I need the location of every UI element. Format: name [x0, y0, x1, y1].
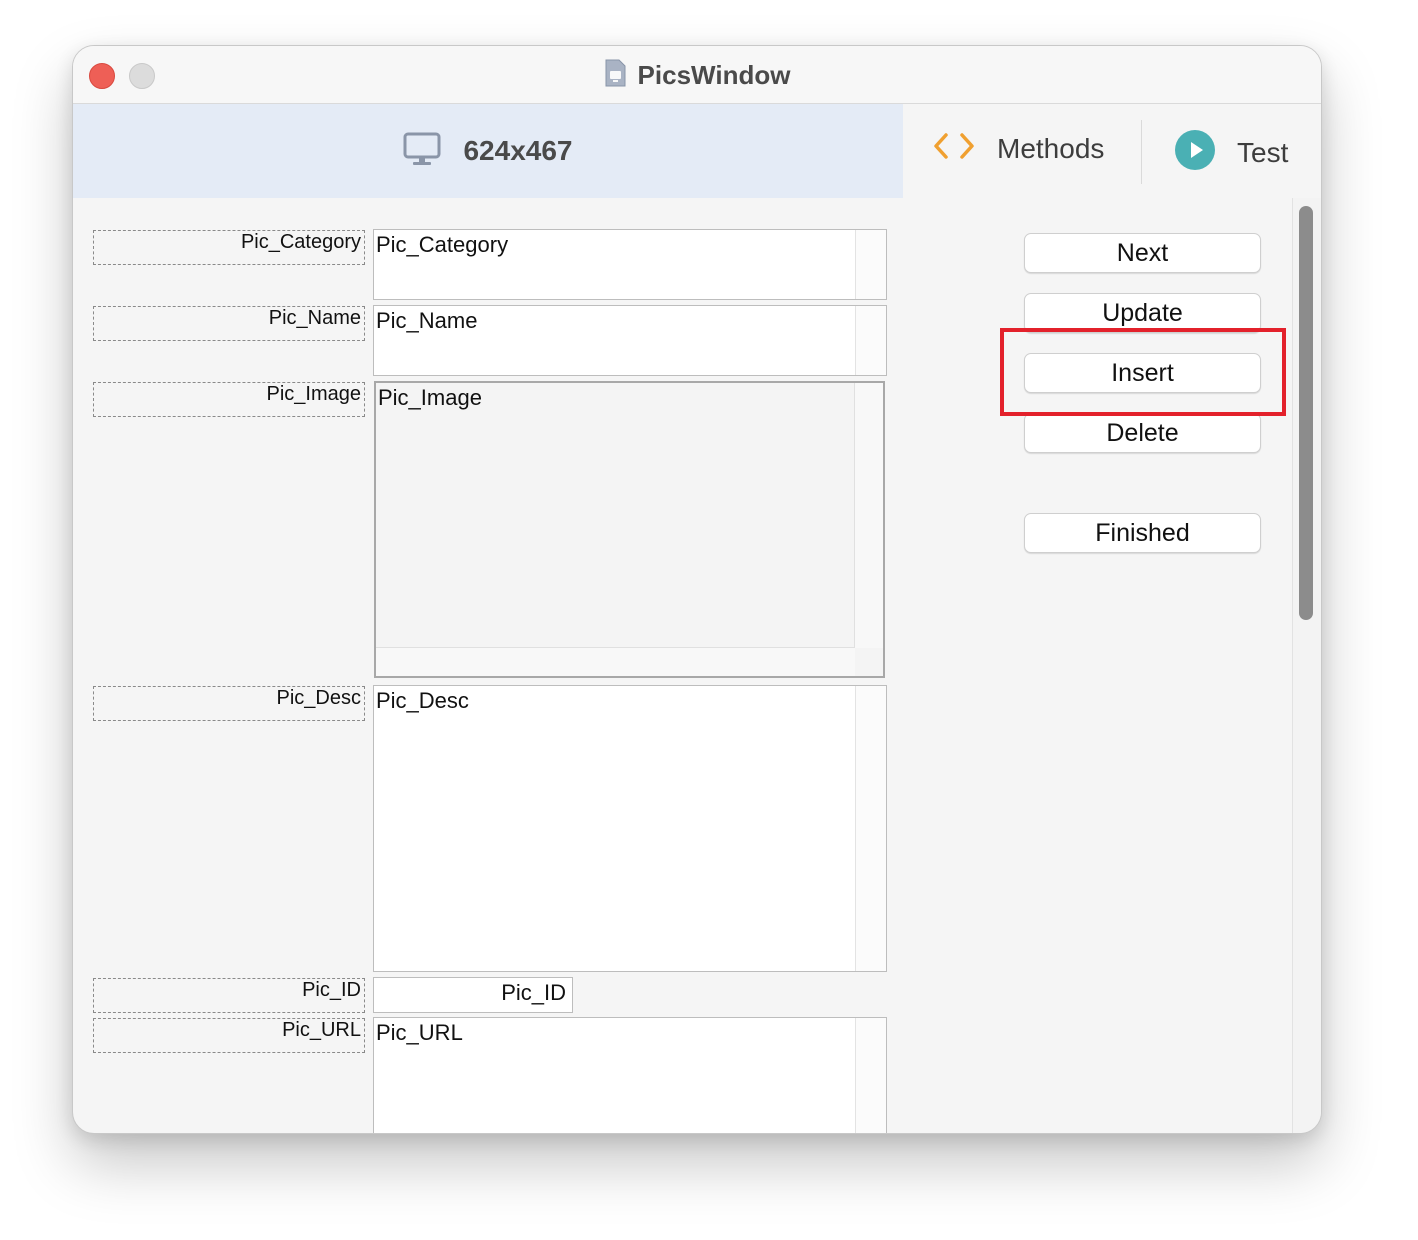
pic-image-label: Pic_Image: [93, 382, 365, 417]
pic-category-value: Pic_Category: [376, 232, 509, 257]
title-bar: PicsWindow: [73, 46, 1321, 104]
title-wrap: PicsWindow: [73, 59, 1321, 92]
pic-image-field[interactable]: Pic_Image: [374, 381, 885, 678]
pic-id-label: Pic_ID: [93, 978, 365, 1013]
delete-button[interactable]: Delete: [1024, 413, 1261, 453]
pic-desc-field[interactable]: Pic_Desc: [373, 685, 887, 972]
document-icon: [604, 59, 626, 92]
finished-button[interactable]: Finished: [1024, 513, 1261, 553]
pic-name-value: Pic_Name: [376, 308, 478, 333]
size-label: 624x467: [463, 135, 573, 166]
toolbar-divider: [1141, 120, 1142, 184]
next-button[interactable]: Next: [1024, 233, 1261, 273]
pic-image-value: Pic_Image: [378, 385, 482, 410]
pic-url-value: Pic_URL: [376, 1020, 463, 1045]
window-title: PicsWindow: [637, 60, 791, 90]
pic-desc-scrollbar[interactable]: [855, 686, 886, 971]
pic-id-field[interactable]: Pic_ID: [373, 977, 573, 1013]
update-button[interactable]: Update: [1024, 293, 1261, 333]
pic-url-label: Pic_URL: [93, 1018, 365, 1053]
toolbar: 624x467 Methods Test: [73, 104, 1321, 198]
monitor-icon: [403, 132, 441, 171]
pic-name-scrollbar[interactable]: [855, 306, 886, 375]
play-circle-icon: [1175, 130, 1215, 175]
test-label: Test: [1237, 136, 1289, 168]
pic-image-vertical-scrollbar[interactable]: [854, 383, 883, 648]
code-brackets-icon: [933, 132, 975, 165]
size-tab[interactable]: 624x467: [73, 104, 903, 198]
pic-category-scrollbar[interactable]: [855, 230, 886, 299]
pic-id-value: Pic_ID: [501, 980, 566, 1005]
pic-category-label: Pic_Category: [93, 230, 365, 265]
title-inner: PicsWindow: [604, 59, 791, 92]
vertical-scrollbar-thumb[interactable]: [1299, 206, 1313, 620]
pic-desc-label: Pic_Desc: [93, 686, 365, 721]
methods-label: Methods: [997, 132, 1105, 164]
pic-name-label: Pic_Name: [93, 306, 365, 341]
form-canvas: Pic_Category Pic_Category Pic_Name Pic_N…: [73, 198, 1321, 1133]
window: PicsWindow 624x467 Methods Test Pic_Cate…: [72, 45, 1322, 1134]
pic-name-field[interactable]: Pic_Name: [373, 305, 887, 376]
methods-tab[interactable]: Methods: [933, 132, 1104, 165]
pic-category-field[interactable]: Pic_Category: [373, 229, 887, 300]
pic-url-field[interactable]: Pic_URL: [373, 1017, 887, 1133]
pic-image-horizontal-scrollbar[interactable]: [376, 647, 855, 676]
pic-url-scrollbar[interactable]: [855, 1018, 886, 1133]
pic-desc-value: Pic_Desc: [376, 688, 469, 713]
test-tab[interactable]: Test: [1175, 130, 1288, 175]
insert-highlight-box: [1000, 328, 1286, 416]
